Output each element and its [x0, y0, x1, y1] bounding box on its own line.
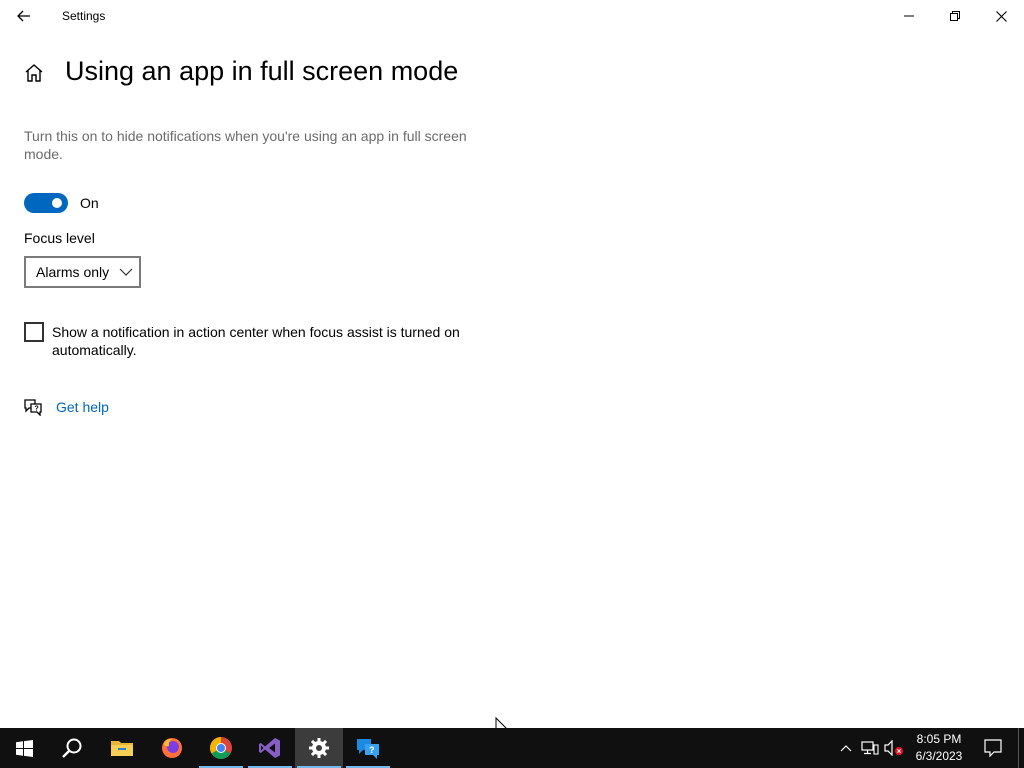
notification-icon — [984, 739, 1002, 757]
back-arrow-icon — [17, 10, 30, 22]
toggle-state-label: On — [80, 195, 99, 211]
search-icon — [62, 738, 82, 758]
focus-level-label: Focus level — [24, 230, 95, 246]
svg-text:?: ? — [35, 406, 39, 413]
focus-level-value: Alarms only — [36, 264, 110, 280]
chrome-icon — [210, 737, 232, 759]
action-center-checkbox[interactable] — [24, 322, 44, 342]
tray-network[interactable] — [860, 738, 880, 758]
clock-date: 6/3/2023 — [915, 749, 963, 763]
restore-icon — [950, 11, 960, 21]
page-title: Using an app in full screen mode — [65, 56, 459, 86]
restore-button[interactable] — [932, 0, 978, 32]
action-center-button[interactable] — [978, 728, 1008, 768]
visual-studio-icon — [259, 738, 280, 758]
clock-time: 8:05 PM — [916, 732, 962, 746]
title-bar: Settings — [0, 0, 1024, 32]
taskbar-firefox[interactable] — [148, 728, 196, 768]
show-desktop-button[interactable] — [1018, 728, 1024, 768]
minimize-icon — [904, 15, 914, 17]
search-button[interactable] — [48, 728, 96, 768]
network-icon — [861, 741, 879, 755]
description-text: Turn this on to hide notifications when … — [24, 128, 467, 162]
chevron-down-icon — [119, 268, 133, 276]
firefox-icon — [162, 738, 182, 758]
action-center-checkbox-label[interactable]: Show a notification in action center whe… — [52, 323, 492, 359]
volume-muted-icon — [884, 740, 903, 756]
help-app-icon: ? — [357, 739, 379, 759]
tray-show-hidden-button[interactable] — [836, 738, 856, 758]
home-icon[interactable] — [23, 62, 45, 84]
app-title: Settings — [62, 9, 106, 23]
taskbar-file-explorer[interactable] — [98, 728, 146, 768]
minimize-button[interactable] — [886, 0, 932, 32]
focus-level-dropdown[interactable]: Alarms only — [24, 256, 141, 288]
svg-text:?: ? — [369, 745, 375, 755]
close-button[interactable] — [978, 0, 1024, 32]
start-button[interactable] — [0, 728, 48, 768]
get-help-link[interactable]: Get help — [56, 399, 109, 415]
folder-icon — [111, 741, 133, 756]
back-button[interactable] — [8, 0, 40, 32]
toggle-knob — [52, 198, 62, 208]
taskbar-visual-studio[interactable] — [246, 728, 294, 768]
taskbar-clock[interactable]: 8:05 PM 6/3/2023 — [902, 731, 976, 765]
taskbar: ? 8:05 PM 6/3/2023 — [0, 728, 1024, 768]
full-screen-toggle[interactable] — [24, 193, 68, 213]
taskbar-get-help[interactable]: ? — [344, 728, 392, 768]
tray-volume[interactable] — [884, 738, 904, 758]
windows-logo-icon — [15, 739, 33, 757]
taskbar-chrome[interactable] — [197, 728, 245, 768]
taskbar-settings[interactable] — [295, 728, 343, 768]
close-icon — [995, 10, 1007, 22]
gear-icon — [309, 738, 329, 758]
chat-help-icon: ? — [24, 399, 42, 416]
chevron-up-icon — [840, 745, 852, 752]
